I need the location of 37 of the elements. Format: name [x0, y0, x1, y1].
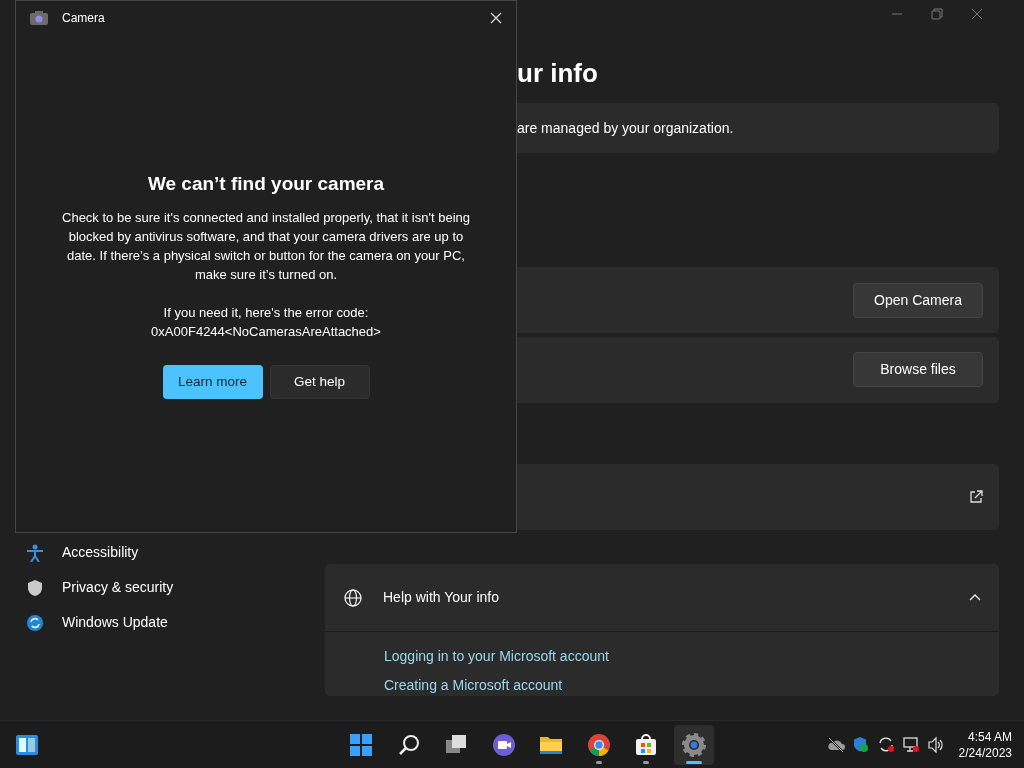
clock[interactable]: 4:54 AM 2/24/2023: [958, 728, 1012, 761]
dialog-heading: We can’t find your camera: [147, 173, 385, 196]
help-link[interactable]: Creating a Microsoft account: [384, 677, 563, 694]
cloud-off-icon[interactable]: [826, 735, 845, 754]
sidebar-item[interactable]: Privacy & security: [22, 575, 222, 600]
volume-icon[interactable]: [926, 735, 945, 754]
sidebar-item[interactable]: Windows Update: [22, 610, 222, 635]
window-title: Camera: [62, 10, 106, 27]
learn-more-button[interactable]: Learn more: [162, 364, 263, 400]
widgets-icon: [16, 734, 38, 755]
page-title: ur info: [517, 58, 599, 90]
sync-icon[interactable]: [876, 735, 895, 754]
gear-icon: [681, 732, 706, 757]
help-title: Help with Your info: [383, 588, 500, 608]
notice-text: are managed by your organization.: [517, 118, 734, 138]
help-button[interactable]: Get help: [269, 364, 370, 400]
browser-icon: [586, 732, 611, 757]
video-chat-icon: [491, 732, 516, 757]
globe-icon: [343, 587, 363, 608]
action-button[interactable]: Browse files: [853, 352, 983, 388]
restore-icon[interactable]: [931, 8, 943, 20]
external-link-icon[interactable]: [969, 490, 983, 505]
store-icon: [634, 732, 658, 757]
update-icon: [26, 613, 44, 632]
camera-icon: [30, 11, 48, 25]
error-code: 0xA00F4244<NoCamerasAreAttached>: [150, 322, 382, 341]
help-link[interactable]: Logging in to your Microsoft account: [384, 648, 609, 665]
security-shield-icon[interactable]: [851, 735, 870, 754]
shield-icon: [26, 578, 44, 597]
action-button[interactable]: Open Camera: [853, 282, 983, 318]
error-message: Check to be sure it's connected and installed properly, that it isn't being blocked by antivirus software, and that your camera drivers are up to date. If there’s a physical switch or button for the camera on your PC, make sure it’s turned on.: [61, 208, 471, 284]
network-icon[interactable]: [901, 735, 920, 754]
sidebar-item[interactable]: Accessibility: [22, 540, 222, 565]
error-code-label: If you need it, here's the error code:: [162, 303, 370, 322]
accessibility-icon: [26, 543, 44, 562]
start-icon: [349, 732, 373, 757]
taskbar-app-button[interactable]: [673, 724, 714, 765]
